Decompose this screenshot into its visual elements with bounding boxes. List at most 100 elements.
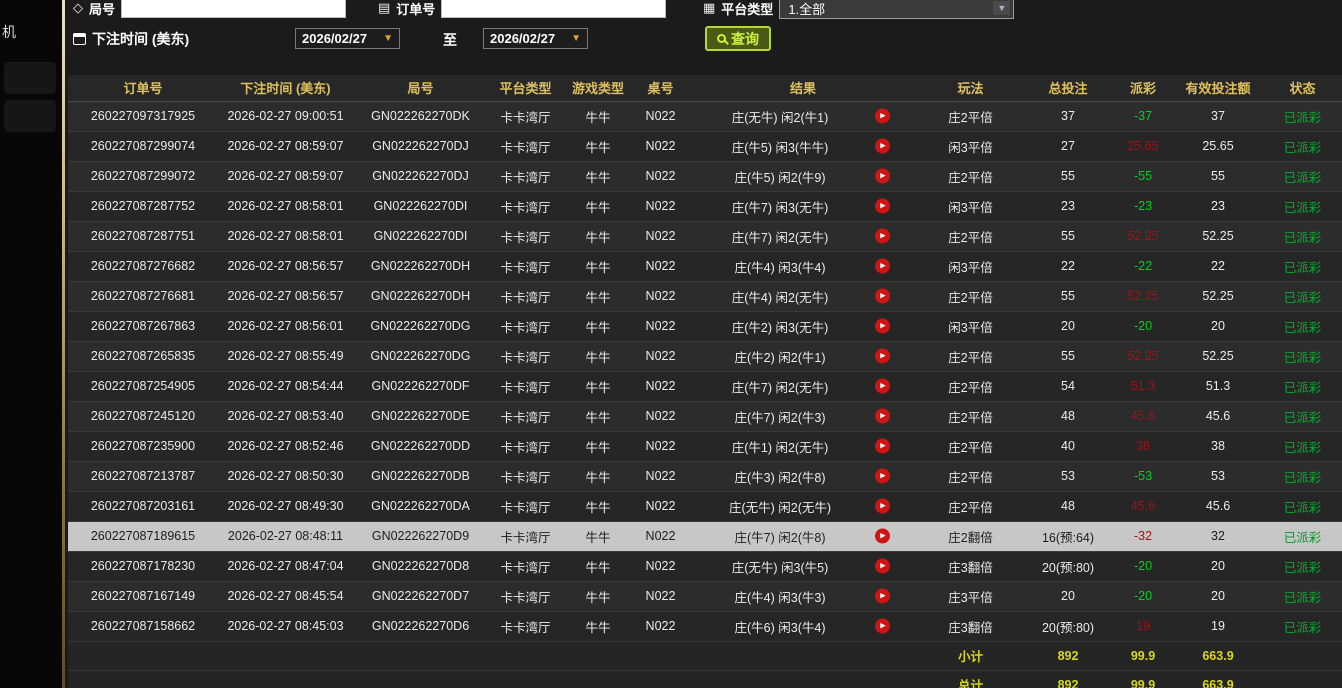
platform-cell: 卡卡湾厅 (488, 401, 563, 431)
date-from-value: 2026/02/27 (302, 31, 367, 46)
order-id-cell: 260227087189615 (68, 521, 218, 551)
play-type-cell: 庄2平倍 (918, 221, 1023, 251)
sidebar-panel[interactable] (4, 62, 56, 94)
app-window: 机 ◇ 局号 ▤ 订单号 ▦ 平台类型 1.全部 ▼ (0, 0, 1342, 688)
play-video-icon[interactable] (875, 409, 890, 424)
play-video-icon[interactable] (875, 469, 890, 484)
game-type-cell: 牛牛 (563, 221, 633, 251)
table-row[interactable]: 2602270872678632026-02-27 08:56:01GN0222… (68, 311, 1342, 341)
date-to-select[interactable]: 2026/02/27 ▼ (483, 28, 588, 49)
play-video-icon[interactable] (875, 199, 890, 214)
play-video-icon[interactable] (875, 229, 890, 244)
play-video-icon[interactable] (875, 619, 890, 634)
table-row[interactable]: 2602270871586622026-02-27 08:45:03GN0222… (68, 611, 1342, 641)
order-input[interactable] (441, 0, 666, 18)
game-type-cell: 牛牛 (563, 581, 633, 611)
payout-cell: -32 (1113, 521, 1173, 551)
table-no-cell: N022 (633, 581, 688, 611)
play-video-icon[interactable] (875, 169, 890, 184)
play-type-cell: 庄2平倍 (918, 281, 1023, 311)
status-cell: 已派彩 (1263, 581, 1342, 611)
play-video-icon[interactable] (875, 559, 890, 574)
order-id-cell: 260227087299074 (68, 131, 218, 161)
order-id-cell: 260227087167149 (68, 581, 218, 611)
platform-select[interactable]: 1.全部 ▼ (779, 0, 1014, 19)
valid-bet-cell: 51.3 (1173, 371, 1263, 401)
table-row[interactable]: 2602270872549052026-02-27 08:54:44GN0222… (68, 371, 1342, 401)
table-row[interactable]: 2602270872658352026-02-27 08:55:49GN0222… (68, 341, 1342, 371)
platform-cell: 卡卡湾厅 (488, 191, 563, 221)
play-video-icon[interactable] (875, 289, 890, 304)
result-text: 庄(牛6) 闲3(牛4) (735, 617, 826, 636)
play-video-icon[interactable] (875, 319, 890, 334)
round-id-cell: GN022262270D9 (353, 521, 488, 551)
table-row[interactable]: 2602270872451202026-02-27 08:53:40GN0222… (68, 401, 1342, 431)
table-no-cell: N022 (633, 371, 688, 401)
table-row[interactable]: 2602270871782302026-02-27 08:47:04GN0222… (68, 551, 1342, 581)
play-video-icon[interactable] (875, 439, 890, 454)
payout-cell: -22 (1113, 251, 1173, 281)
table-row[interactable]: 2602270872877512026-02-27 08:58:01GN0222… (68, 221, 1342, 251)
sidebar-panel[interactable] (4, 100, 56, 132)
table-row[interactable]: 2602270872990742026-02-27 08:59:07GN0222… (68, 131, 1342, 161)
table-no-cell: N022 (633, 521, 688, 551)
play-video-icon[interactable] (875, 259, 890, 274)
platform-field: ▦ 平台类型 1.全部 ▼ (703, 0, 1014, 21)
play-video-icon[interactable] (875, 529, 890, 544)
table-row[interactable]: 2602270871671492026-02-27 08:45:54GN0222… (68, 581, 1342, 611)
order-id-cell: 260227087265835 (68, 341, 218, 371)
table-row[interactable]: 2602270872031612026-02-27 08:49:30GN0222… (68, 491, 1342, 521)
result-text: 庄(牛2) 闲3(无牛) (732, 317, 829, 336)
table-row[interactable]: 2602270872766812026-02-27 08:56:57GN0222… (68, 281, 1342, 311)
bet-time-cell: 2026-02-27 08:48:11 (218, 521, 353, 551)
bet-time-cell: 2026-02-27 08:45:54 (218, 581, 353, 611)
search-icon (717, 34, 726, 43)
result-cell: 庄(牛6) 闲3(牛4) (688, 611, 918, 641)
date-from-select[interactable]: 2026/02/27 ▼ (295, 28, 400, 49)
payout-cell: -37 (1113, 101, 1173, 131)
play-video-icon[interactable] (875, 349, 890, 364)
status-cell: 已派彩 (1263, 431, 1342, 461)
result-text: 庄(牛7) 闲2(无牛) (732, 227, 829, 246)
round-input[interactable] (121, 0, 346, 18)
order-id-cell: 260227087245120 (68, 401, 218, 431)
order-id-cell: 260227087158662 (68, 611, 218, 641)
play-video-icon[interactable] (875, 379, 890, 394)
summary-valid-bet: 663.9 (1173, 670, 1263, 688)
result-cell: 庄(牛7) 闲2(牛3) (688, 401, 918, 431)
table-row[interactable]: 2602270871896152026-02-27 08:48:11GN0222… (68, 521, 1342, 551)
play-type-cell: 庄2平倍 (918, 461, 1023, 491)
result-text: 庄(牛4) 闲3(牛3) (735, 587, 826, 606)
table-row[interactable]: 2602270872766822026-02-27 08:56:57GN0222… (68, 251, 1342, 281)
result-text: 庄(牛2) 闲2(牛1) (735, 347, 826, 366)
play-type-cell: 庄2平倍 (918, 431, 1023, 461)
empty-cell (68, 641, 218, 670)
play-video-icon[interactable] (875, 589, 890, 604)
table-row[interactable]: 2602270973179252026-02-27 09:00:51GN0222… (68, 101, 1342, 131)
play-type-cell: 庄3翻倍 (918, 551, 1023, 581)
play-video-icon[interactable] (875, 499, 890, 514)
play-type-cell: 闲3平倍 (918, 311, 1023, 341)
result-cell: 庄(牛5) 闲3(牛牛) (688, 131, 918, 161)
table-row[interactable]: 2602270872877522026-02-27 08:58:01GN0222… (68, 191, 1342, 221)
table-row[interactable]: 2602270872990722026-02-27 08:59:07GN0222… (68, 161, 1342, 191)
table-no-cell: N022 (633, 461, 688, 491)
total-bet-cell: 55 (1023, 161, 1113, 191)
empty-cell (563, 670, 633, 688)
total-bet-cell: 54 (1023, 371, 1113, 401)
result-cell: 庄(牛7) 闲2(无牛) (688, 221, 918, 251)
table-no-cell: N022 (633, 101, 688, 131)
round-id-cell: GN022262270DI (353, 221, 488, 251)
table-row[interactable]: 2602270872137872026-02-27 08:50:30GN0222… (68, 461, 1342, 491)
result-cell: 庄(无牛) 闲3(牛5) (688, 551, 918, 581)
table-row[interactable]: 2602270872359002026-02-27 08:52:46GN0222… (68, 431, 1342, 461)
empty-cell (633, 641, 688, 670)
play-video-icon[interactable] (875, 109, 890, 124)
query-button[interactable]: 查询 (705, 26, 771, 51)
game-type-cell: 牛牛 (563, 401, 633, 431)
play-type-cell: 闲3平倍 (918, 191, 1023, 221)
payout-cell: -55 (1113, 161, 1173, 191)
play-type-cell: 闲3平倍 (918, 131, 1023, 161)
total-bet-cell: 37 (1023, 101, 1113, 131)
play-video-icon[interactable] (875, 139, 890, 154)
